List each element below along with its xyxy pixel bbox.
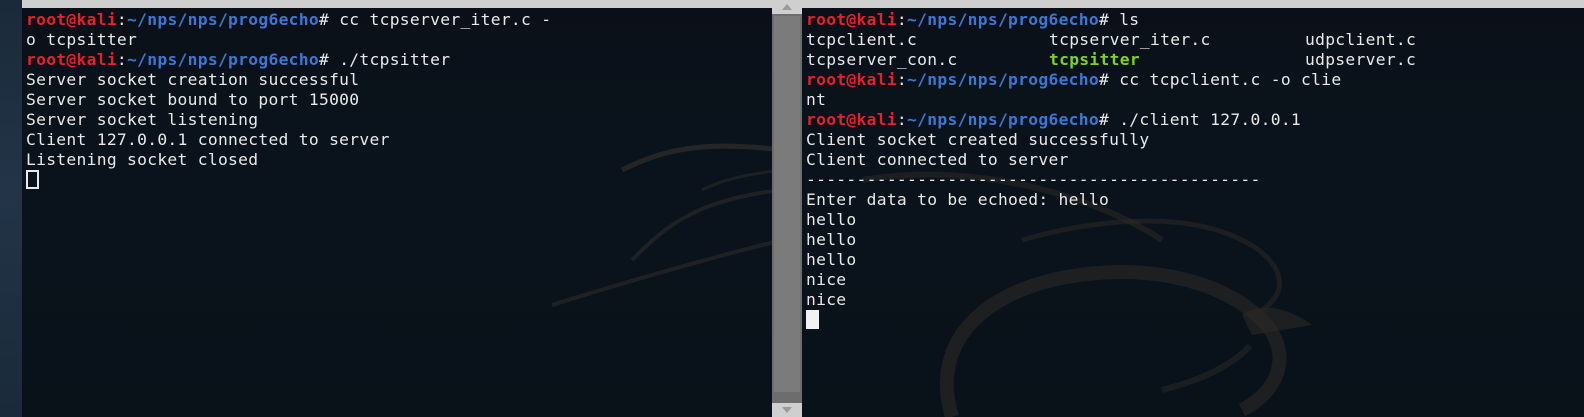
output-line: nice — [806, 290, 847, 309]
cursor-line — [806, 310, 1416, 330]
prompt-separator: : — [896, 10, 908, 29]
file-entry: udpclient.c — [1305, 30, 1417, 49]
prompt-hash: # — [1098, 70, 1110, 89]
file-entry: tcpserver_con.c — [806, 50, 958, 69]
command-wrap-line: nt — [806, 90, 827, 109]
triangle-down-icon — [782, 407, 792, 413]
output-line: Server socket listening — [26, 110, 259, 129]
prompt-hash: # — [318, 50, 330, 69]
command-text: cc tcpclient.c -o clie — [1109, 70, 1342, 89]
command-line: root@kali:~/nps/nps/prog6echo# cc tcpser… — [26, 10, 551, 30]
output-line: Client 127.0.0.1 connected to server — [26, 130, 390, 149]
output-line: hello — [806, 230, 857, 249]
command-line: root@kali:~/nps/nps/prog6echo# cc tcpcli… — [806, 70, 1416, 90]
terminal-right[interactable]: root@kali:~/nps/nps/prog6echo# ls tcpclie… — [802, 0, 1584, 417]
prompt-user: root@kali — [26, 10, 117, 29]
command-text: ./tcpsitter — [329, 50, 451, 69]
text-cursor-active[interactable] — [806, 310, 819, 329]
prompt-path: ~/nps/nps/prog6echo — [127, 50, 319, 69]
desktop: root@kali:~/nps/nps/prog6echo# cc tcpser… — [0, 0, 1584, 417]
prompt-separator: : — [116, 10, 128, 29]
prompt-path: ~/nps/nps/prog6echo — [907, 70, 1099, 89]
output-line: o tcpsitter — [26, 30, 138, 49]
output-line: hello — [806, 210, 857, 229]
output-line: ----------------------------------------… — [806, 170, 1261, 189]
terminal-left-top-border — [22, 0, 772, 8]
prompt-user: root@kali — [806, 10, 897, 29]
ls-output-row: tcpclient.c tcpserver_iter.c udpclient.c — [806, 30, 1416, 50]
command-text: cc tcpserver_iter.c - — [329, 10, 552, 29]
command-text: ls — [1109, 10, 1140, 29]
terminal-right-top-border — [802, 0, 1584, 8]
command-text: ./client 127.0.0.1 — [1109, 110, 1302, 129]
output-line: Client connected to server — [806, 150, 1069, 169]
prompt-user: root@kali — [26, 50, 117, 69]
prompt-separator: : — [896, 110, 908, 129]
ls-output-row: tcpserver_con.c tcpsitter udpserver.c — [806, 50, 1416, 70]
command-line: root@kali:~/nps/nps/prog6echo# ./tcpsitt… — [26, 50, 551, 70]
output-line: Client socket created successfully — [806, 130, 1150, 149]
prompt-hash: # — [1098, 110, 1110, 129]
prompt-hash: # — [318, 10, 330, 29]
file-entry: udpserver.c — [1305, 50, 1417, 69]
scroll-up-button[interactable] — [772, 0, 802, 14]
scroll-thumb[interactable] — [774, 16, 800, 392]
prompt-separator: : — [116, 50, 128, 69]
prompt-hash: # — [1098, 10, 1110, 29]
prompt-path: ~/nps/nps/prog6echo — [127, 10, 319, 29]
command-line: root@kali:~/nps/nps/prog6echo# ls — [806, 10, 1416, 30]
command-line: root@kali:~/nps/nps/prog6echo# ./client … — [806, 110, 1416, 130]
file-entry: tcpsitter — [1049, 50, 1140, 69]
output-line: hello — [806, 250, 857, 269]
output-line: Listening socket closed — [26, 150, 259, 169]
terminal-left-scrollbar[interactable] — [772, 0, 802, 417]
terminal-right-output: root@kali:~/nps/nps/prog6echo# ls tcpclie… — [806, 10, 1416, 330]
desktop-background-strip — [0, 0, 22, 417]
prompt-path: ~/nps/nps/prog6echo — [907, 110, 1099, 129]
text-cursor-inactive[interactable] — [26, 170, 39, 189]
cursor-line — [26, 170, 551, 190]
prompt-path: ~/nps/nps/prog6echo — [907, 10, 1099, 29]
triangle-up-icon — [782, 4, 792, 10]
terminal-left[interactable]: root@kali:~/nps/nps/prog6echo# cc tcpser… — [22, 0, 772, 417]
output-line: Server socket creation successful — [26, 70, 360, 89]
output-line: Enter data to be echoed: hello — [806, 190, 1110, 209]
prompt-user: root@kali — [806, 70, 897, 89]
file-entry: tcpclient.c — [806, 30, 918, 49]
prompt-separator: : — [896, 70, 908, 89]
output-line: Server socket bound to port 15000 — [26, 90, 360, 109]
scroll-down-button[interactable] — [772, 403, 802, 417]
terminal-left-output: root@kali:~/nps/nps/prog6echo# cc tcpser… — [26, 10, 551, 190]
output-line: nice — [806, 270, 847, 289]
prompt-user: root@kali — [806, 110, 897, 129]
file-entry: tcpserver_iter.c — [1049, 30, 1211, 49]
